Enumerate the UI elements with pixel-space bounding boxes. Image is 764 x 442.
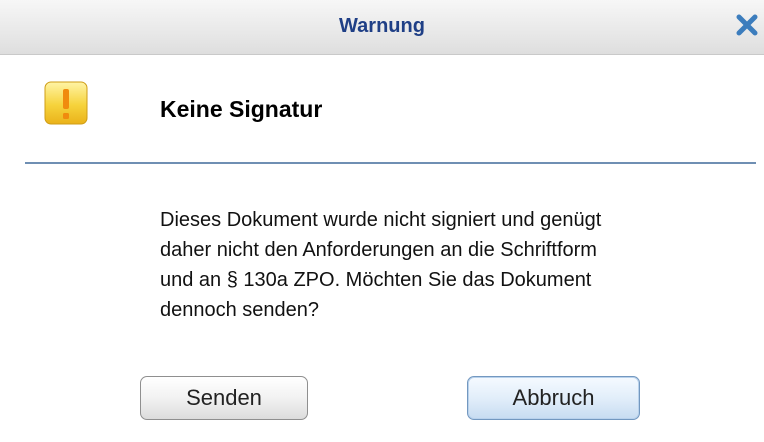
- dialog-title: Warnung: [339, 15, 425, 37]
- dialog-heading: Keine Signatur: [160, 96, 323, 122]
- warning-dialog: Warnung Keine Signatur Dieses Dokument w…: [0, 0, 764, 442]
- divider: [25, 162, 756, 164]
- send-button[interactable]: Senden: [140, 376, 308, 420]
- warning-icon: [44, 81, 88, 125]
- close-icon[interactable]: [734, 10, 760, 40]
- dialog-header: Keine Signatur: [0, 55, 764, 161]
- cancel-button[interactable]: Abbruch: [467, 376, 640, 420]
- message-text: Dieses Dokument wurde nicht signiert und…: [160, 209, 602, 321]
- title-bar[interactable]: Warnung: [0, 0, 764, 55]
